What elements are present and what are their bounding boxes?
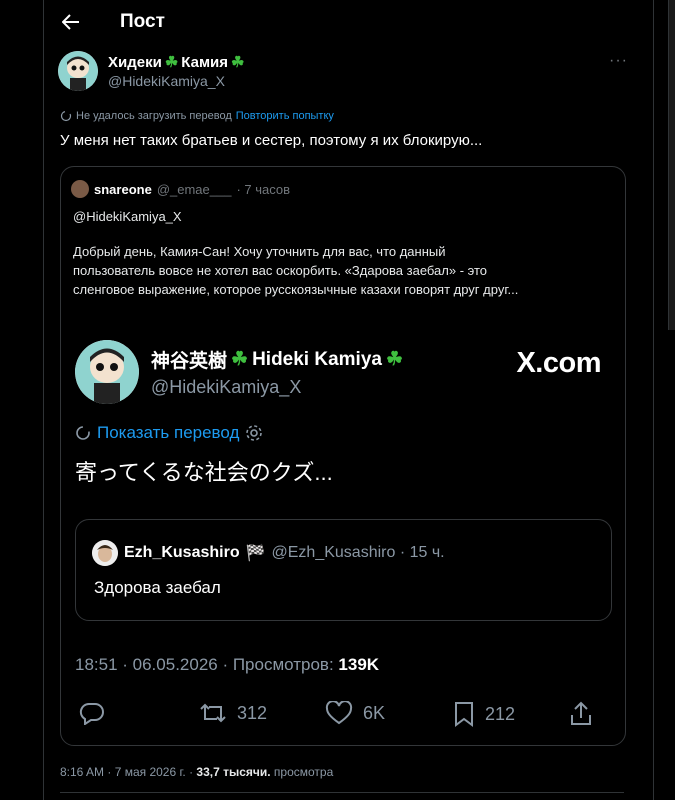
avatar xyxy=(92,540,118,566)
avatar[interactable] xyxy=(71,180,89,198)
post-views-label: просмотра xyxy=(273,765,334,779)
checkered-flag-icon: 🏁 xyxy=(245,545,266,562)
quote-line: Добрый день, Камия-Сан! Хочу уточнить дл… xyxy=(73,244,446,259)
post-views-count: 33,7 тысячи. xyxy=(196,765,271,779)
retry-link[interactable]: Повторить попытку xyxy=(236,110,334,122)
heart-icon xyxy=(325,701,353,725)
translation-status: Не удалось загрузить перевод Повторить п… xyxy=(60,110,334,122)
gear-icon xyxy=(246,425,263,441)
translate-error-text: Не удалось загрузить перевод xyxy=(76,110,232,122)
show-translation: Показать перевод xyxy=(75,423,263,443)
embedded-quote-text: Здорова заебал xyxy=(94,578,221,597)
quote-line: пользователь вовсе не хотел вас оскорбит… xyxy=(73,263,488,278)
post-text: У меня нет таких братьев и сестер, поэто… xyxy=(60,132,483,149)
avatar xyxy=(75,340,139,404)
quote-author-handle[interactable]: @_emae___ xyxy=(157,182,232,197)
divider xyxy=(60,792,624,793)
embedded-author-handle: @HidekiKamiya_X xyxy=(151,377,302,397)
author-name[interactable]: Хидеки ☘ Камия ☘ xyxy=(108,53,245,72)
quoted-post[interactable]: snareone @_emae___ · 7 часов @HidekiKami… xyxy=(60,166,626,746)
embedded-post-text: 寄ってくるな社会のクズ... xyxy=(75,460,333,485)
page-title: Пост xyxy=(120,11,165,32)
views-count: 139K xyxy=(338,655,380,674)
quote-author-name[interactable]: snareone xyxy=(94,182,152,197)
embedded-quote-handle: @Ezh_Kusashiro · 15 ч. xyxy=(271,544,445,561)
clover-icon: ☘ xyxy=(231,349,249,370)
x-logo: X.com xyxy=(516,347,601,379)
left-column-border xyxy=(43,0,44,800)
clover-icon: ☘ xyxy=(231,54,245,71)
author-handle[interactable]: @HidekiKamiya_X xyxy=(108,73,245,89)
share-icon xyxy=(569,701,593,727)
embedded-author: 神谷英樹 ☘ Hideki Kamiya ☘ @HidekiKamiya_X xyxy=(75,340,403,404)
embedded-author-name: 神谷英樹 ☘ Hideki Kamiya ☘ xyxy=(151,348,404,373)
translate-icon xyxy=(60,110,72,122)
quote-header: snareone @_emae___ · 7 часов xyxy=(71,180,290,198)
embedded-quote-author: Ezh_Kusashiro xyxy=(124,544,240,561)
translate-icon xyxy=(76,426,90,440)
quote-text: @HidekiKamiya_X Добрый день, Камия-Сан! … xyxy=(73,207,618,299)
bookmark-icon xyxy=(455,702,473,727)
right-column-border xyxy=(653,0,654,800)
like-stat: 6K xyxy=(325,701,385,725)
embedded-quote: Ezh_Kusashiro 🏁 @Ezh_Kusashiro · 15 ч. З… xyxy=(75,519,612,621)
post-author: Хидеки ☘ Камия ☘ @HidekiKamiya_X ··· xyxy=(58,50,628,92)
more-options-icon[interactable]: ··· xyxy=(609,52,628,70)
quote-mention[interactable]: @HidekiKamiya_X xyxy=(73,207,618,226)
clover-icon: ☘ xyxy=(164,54,179,71)
reply-icon xyxy=(79,701,105,725)
page-header: Пост xyxy=(44,0,664,44)
clover-icon: ☘ xyxy=(385,349,404,370)
scrollbar[interactable] xyxy=(668,0,675,330)
embedded-quote-header: Ezh_Kusashiro 🏁 @Ezh_Kusashiro · 15 ч. xyxy=(92,540,445,566)
repost-icon xyxy=(200,703,226,723)
post-timestamp[interactable]: 8:16 AM · 7 мая 2026 г. · xyxy=(60,765,193,779)
back-arrow-icon[interactable] xyxy=(58,9,84,35)
embedded-actions: 312 6K 212 xyxy=(73,701,603,731)
embedded-timestamp: 18:51 · 06.05.2026 · Просмотров: 139K xyxy=(75,655,380,674)
bookmark-stat: 212 xyxy=(453,701,515,727)
post-meta: 8:16 AM · 7 мая 2026 г. · 33,7 тысячи. п… xyxy=(60,765,333,779)
avatar[interactable] xyxy=(58,51,98,91)
quote-line: сленговое выражение, которое русскоязычн… xyxy=(73,282,519,297)
repost-stat: 312 xyxy=(199,701,267,725)
quote-time: · 7 часов xyxy=(236,181,291,197)
